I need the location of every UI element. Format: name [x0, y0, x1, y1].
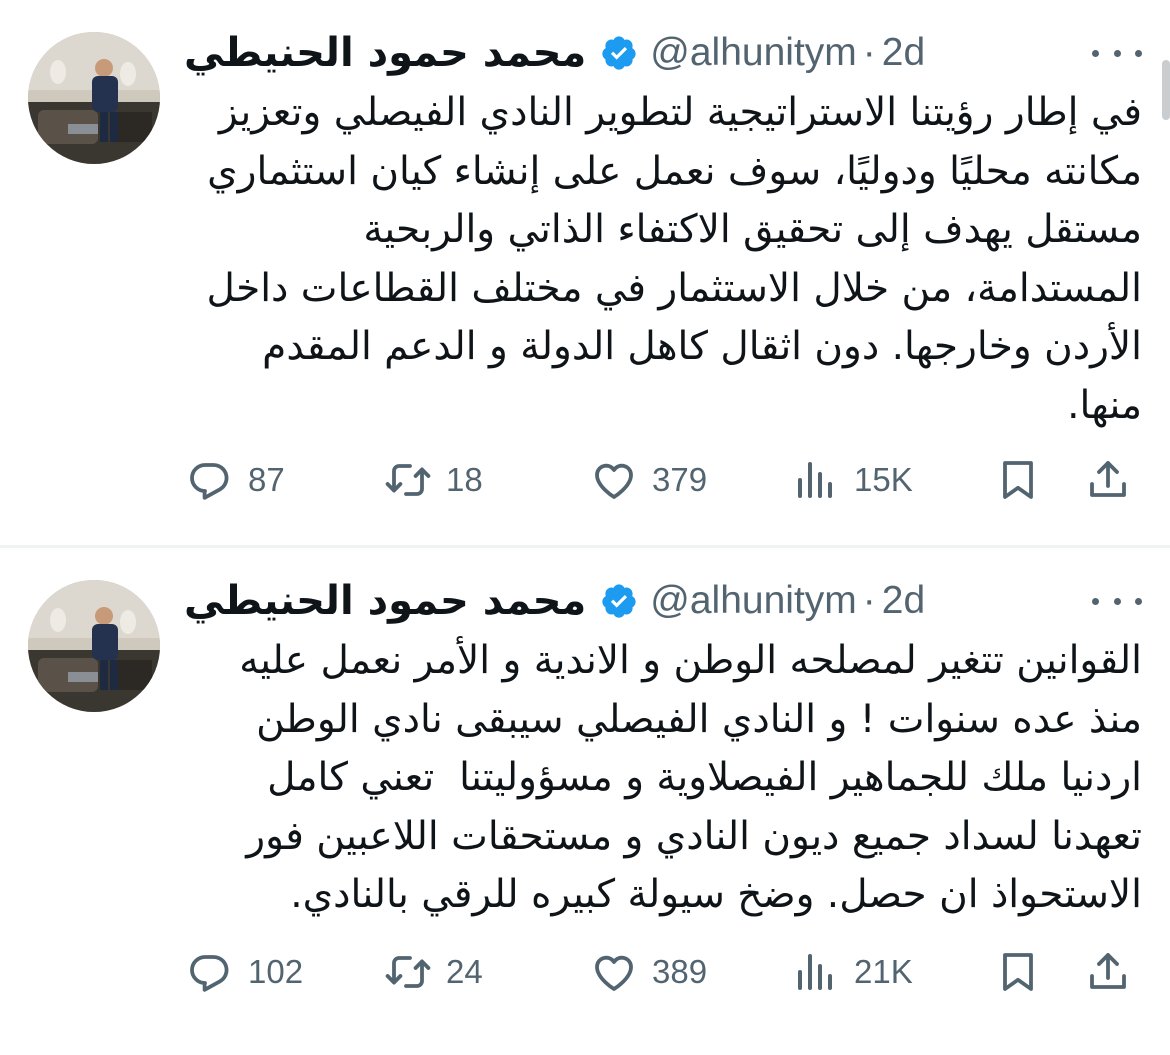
like-count: 389: [652, 953, 708, 990]
verified-badge-icon: [602, 36, 636, 70]
author-name[interactable]: محمد حمود الحنيطي: [184, 30, 586, 76]
views-icon: [798, 462, 832, 498]
share-icon: [1090, 953, 1126, 989]
tweet-time[interactable]: 2d: [882, 579, 925, 623]
views-count: 21K: [854, 953, 913, 990]
reply-icon: [190, 955, 229, 992]
tweet-time[interactable]: 2d: [882, 31, 925, 75]
reply-count: 102: [248, 953, 304, 990]
share-button[interactable]: [1084, 944, 1132, 1000]
avatar[interactable]: [28, 580, 160, 712]
like-button[interactable]: 389: [590, 944, 707, 1000]
separator-dot: ·: [862, 579, 876, 622]
separator-dot: ·: [862, 31, 876, 74]
reply-button[interactable]: 87: [186, 452, 285, 508]
retweet-button[interactable]: 18: [384, 452, 483, 508]
views-icon: [798, 954, 832, 990]
reply-count: 87: [248, 461, 285, 498]
action-bar: 87 18 379 15K: [186, 452, 1138, 508]
bookmark-button[interactable]: [994, 452, 1042, 508]
retweet-icon: [385, 464, 431, 496]
reply-button[interactable]: 102: [186, 944, 303, 1000]
retweet-button[interactable]: 24: [384, 944, 483, 1000]
tweet-text: في إطار رؤيتنا الاستراتيجية لتطوير الناد…: [194, 90, 1142, 428]
avatar-photo: [28, 32, 160, 164]
views-button[interactable]: 15K: [792, 452, 913, 508]
share-icon: [1090, 461, 1126, 497]
like-count: 379: [652, 461, 708, 498]
more-icon[interactable]: [1092, 586, 1142, 616]
author-handle[interactable]: @alhunitym: [650, 31, 857, 75]
avatar-photo: [28, 580, 160, 712]
tweet-text: القوانين تتغير لمصلحه الوطن و الاندية و …: [226, 638, 1142, 917]
tweet[interactable]: محمد حمود الحنيطي @alhunitym · 2d في إطا…: [0, 0, 1170, 545]
views-count: 15K: [854, 461, 913, 498]
bookmark-icon: [1003, 461, 1033, 499]
retweet-count: 18: [446, 461, 483, 498]
like-button[interactable]: 379: [590, 452, 707, 508]
bookmark-icon: [1003, 953, 1033, 991]
bookmark-button[interactable]: [994, 944, 1042, 1000]
views-button[interactable]: 21K: [792, 944, 913, 1000]
heart-icon: [595, 463, 633, 499]
tweet-header: محمد حمود الحنيطي @alhunitym · 2d: [184, 576, 925, 626]
share-button[interactable]: [1084, 452, 1132, 508]
author-handle[interactable]: @alhunitym: [650, 579, 857, 623]
action-bar: 102 24 389 21K: [186, 944, 1138, 1000]
tweet-header: محمد حمود الحنيطي @alhunitym · 2d: [184, 28, 925, 78]
heart-icon: [595, 955, 633, 991]
retweet-icon: [385, 956, 431, 988]
avatar[interactable]: [28, 32, 160, 164]
verified-badge-icon: [602, 584, 636, 618]
more-icon[interactable]: [1092, 38, 1142, 68]
author-name[interactable]: محمد حمود الحنيطي: [184, 578, 586, 624]
tweet[interactable]: محمد حمود الحنيطي @alhunitym · 2d القوان…: [0, 548, 1170, 1048]
reply-icon: [190, 463, 229, 500]
retweet-count: 24: [446, 953, 483, 990]
